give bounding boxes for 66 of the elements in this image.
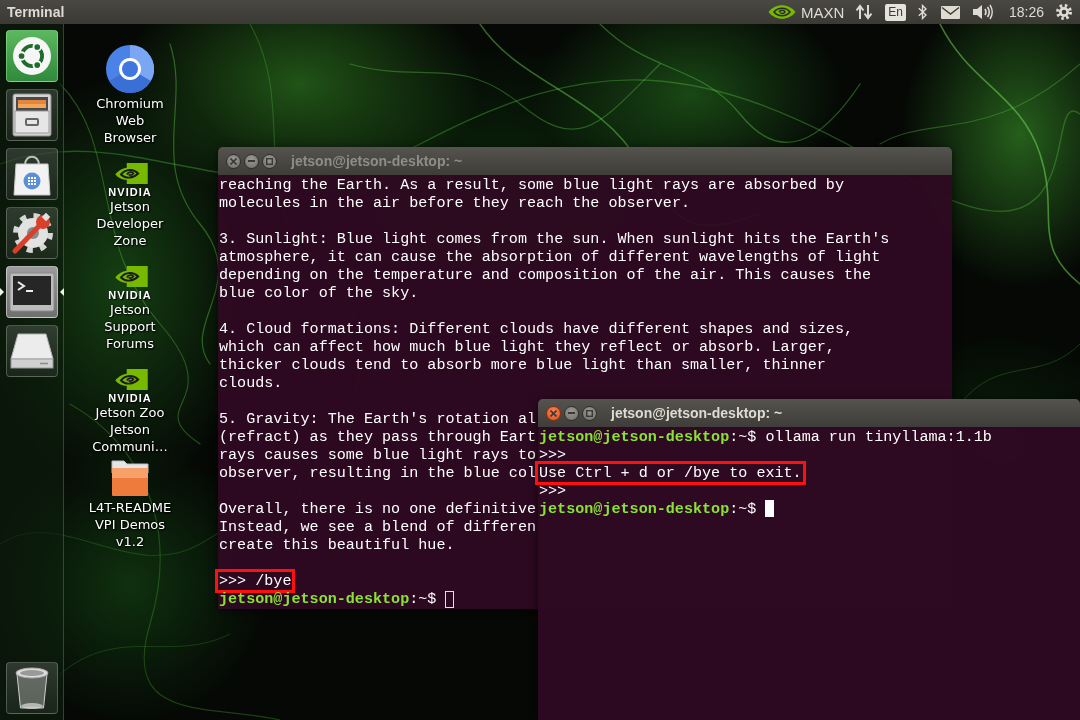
file-cabinet-icon xyxy=(10,93,54,137)
terminal-output-line: 4. Cloud formations: Different clouds have different shapes and sizes, xyxy=(219,320,854,338)
terminal-output-line: rays causes some blue light rays to xyxy=(219,446,537,464)
desktop-icon-label[interactable]: Jetson Support Forums xyxy=(88,301,172,352)
nvidia-logo-icon[interactable] xyxy=(114,369,148,390)
terminal-prompt-line: jetson@jetson-desktop:~$ xyxy=(539,500,757,518)
logo-wordmark: NVIDIA xyxy=(108,186,152,198)
nvidia-logo-icon[interactable] xyxy=(114,266,148,287)
minimize-button[interactable] xyxy=(564,405,579,421)
terminal-output-line: which can affect how much blue light they reflect or absorb. Larger, xyxy=(219,338,835,356)
desktop-icon-label[interactable]: Jetson Zoo xyxy=(88,404,172,421)
launcher-item[interactable] xyxy=(6,30,58,82)
desktop-icon-label[interactable]: L4T-README xyxy=(88,499,172,516)
browser-icon[interactable] xyxy=(106,45,154,93)
terminal-prompt-line: jetson@jetson-desktop:~$ ollama run tinyllama:1.1b xyxy=(539,428,992,446)
terminal-output-line: depending on the temperature and composition of the air. This causes the xyxy=(219,266,872,284)
desktop-icon-label[interactable]: VPI Demos v1.2 xyxy=(88,516,172,550)
maximize-button[interactable] xyxy=(582,405,597,421)
bluetooth-icon[interactable] xyxy=(917,4,927,20)
terminal-output-line: 3. Sunlight: Blue light comes from the sun. When sunlight hits the Earth's xyxy=(219,230,890,248)
volume-icon[interactable] xyxy=(972,4,993,20)
terminal-output-line: molecules in the air before they reach the observer. xyxy=(219,194,690,212)
terminal-output-line: clouds. xyxy=(219,374,283,392)
close-icon xyxy=(550,409,557,417)
app-title: Terminal xyxy=(7,4,65,20)
network-arrows-icon[interactable] xyxy=(856,4,873,20)
terminal-output-line: Instead, we see a blend of differen xyxy=(219,518,537,536)
power-mode-indicator[interactable]: MAXN xyxy=(800,3,845,21)
terminal-output-line: (refract) as they pass through Eart xyxy=(219,428,537,446)
terminal-output-line: Overall, there is no one definitive xyxy=(219,500,537,518)
logo-wordmark: NVIDIA xyxy=(108,289,152,301)
terminal-prompt-line: jetson@jetson-desktop:~$ xyxy=(219,590,437,608)
folder-icon[interactable] xyxy=(110,459,150,497)
terminal-output-line: blue color of the sky. xyxy=(219,284,419,302)
ubuntu-logo-icon xyxy=(13,37,51,75)
minimize-icon xyxy=(568,412,575,414)
gear-icon[interactable] xyxy=(1056,4,1072,20)
terminal-icon xyxy=(9,272,55,312)
logo-wordmark: NVIDIA xyxy=(108,392,152,404)
maximize-icon xyxy=(586,409,593,417)
terminal-output-line: atmosphere, it can cause the absorption of different wavelengths of light xyxy=(219,248,881,266)
desktop-icon-label[interactable]: Chromium Web Browser xyxy=(88,95,172,146)
terminal-output-line: thicker clouds tend to absorb more blue light than smaller, thinner xyxy=(219,356,826,374)
terminal-output-line: reaching the Earth. As a result, some blue light rays are absorbed by xyxy=(219,176,844,194)
window-title: jetson@jetson-desktop: ~ xyxy=(291,153,463,169)
maximize-icon xyxy=(266,157,273,165)
envelope-icon[interactable] xyxy=(940,5,960,19)
desktop-icon-label[interactable]: Jetson Developer Zone xyxy=(88,198,172,249)
maximize-button[interactable] xyxy=(262,153,277,169)
nvidia-logo-icon[interactable] xyxy=(114,163,148,184)
minimize-button[interactable] xyxy=(244,153,259,169)
window-title: jetson@jetson-desktop: ~ xyxy=(611,405,783,421)
gear-wrench-icon xyxy=(10,211,54,255)
minimize-icon xyxy=(248,160,255,162)
terminal-output-line: >>> xyxy=(539,446,567,464)
close-icon xyxy=(230,157,237,165)
close-button[interactable] xyxy=(546,405,561,421)
keyboard-layout-indicator[interactable]: En xyxy=(885,3,906,21)
terminal-output-line: >>> xyxy=(539,482,567,500)
clock[interactable]: 18:26 xyxy=(1008,4,1044,20)
eye-logo-icon[interactable] xyxy=(767,4,796,20)
terminal-output-line: 5. Gravity: The Earth's rotation al xyxy=(219,410,537,428)
terminal-output-line: create this beautiful hue. xyxy=(219,536,455,554)
terminal-output-line: observer, resulting in the blue col xyxy=(219,464,537,482)
close-button[interactable] xyxy=(226,153,241,169)
desktop-icon-label[interactable]: Jetson Communi… xyxy=(88,421,172,455)
